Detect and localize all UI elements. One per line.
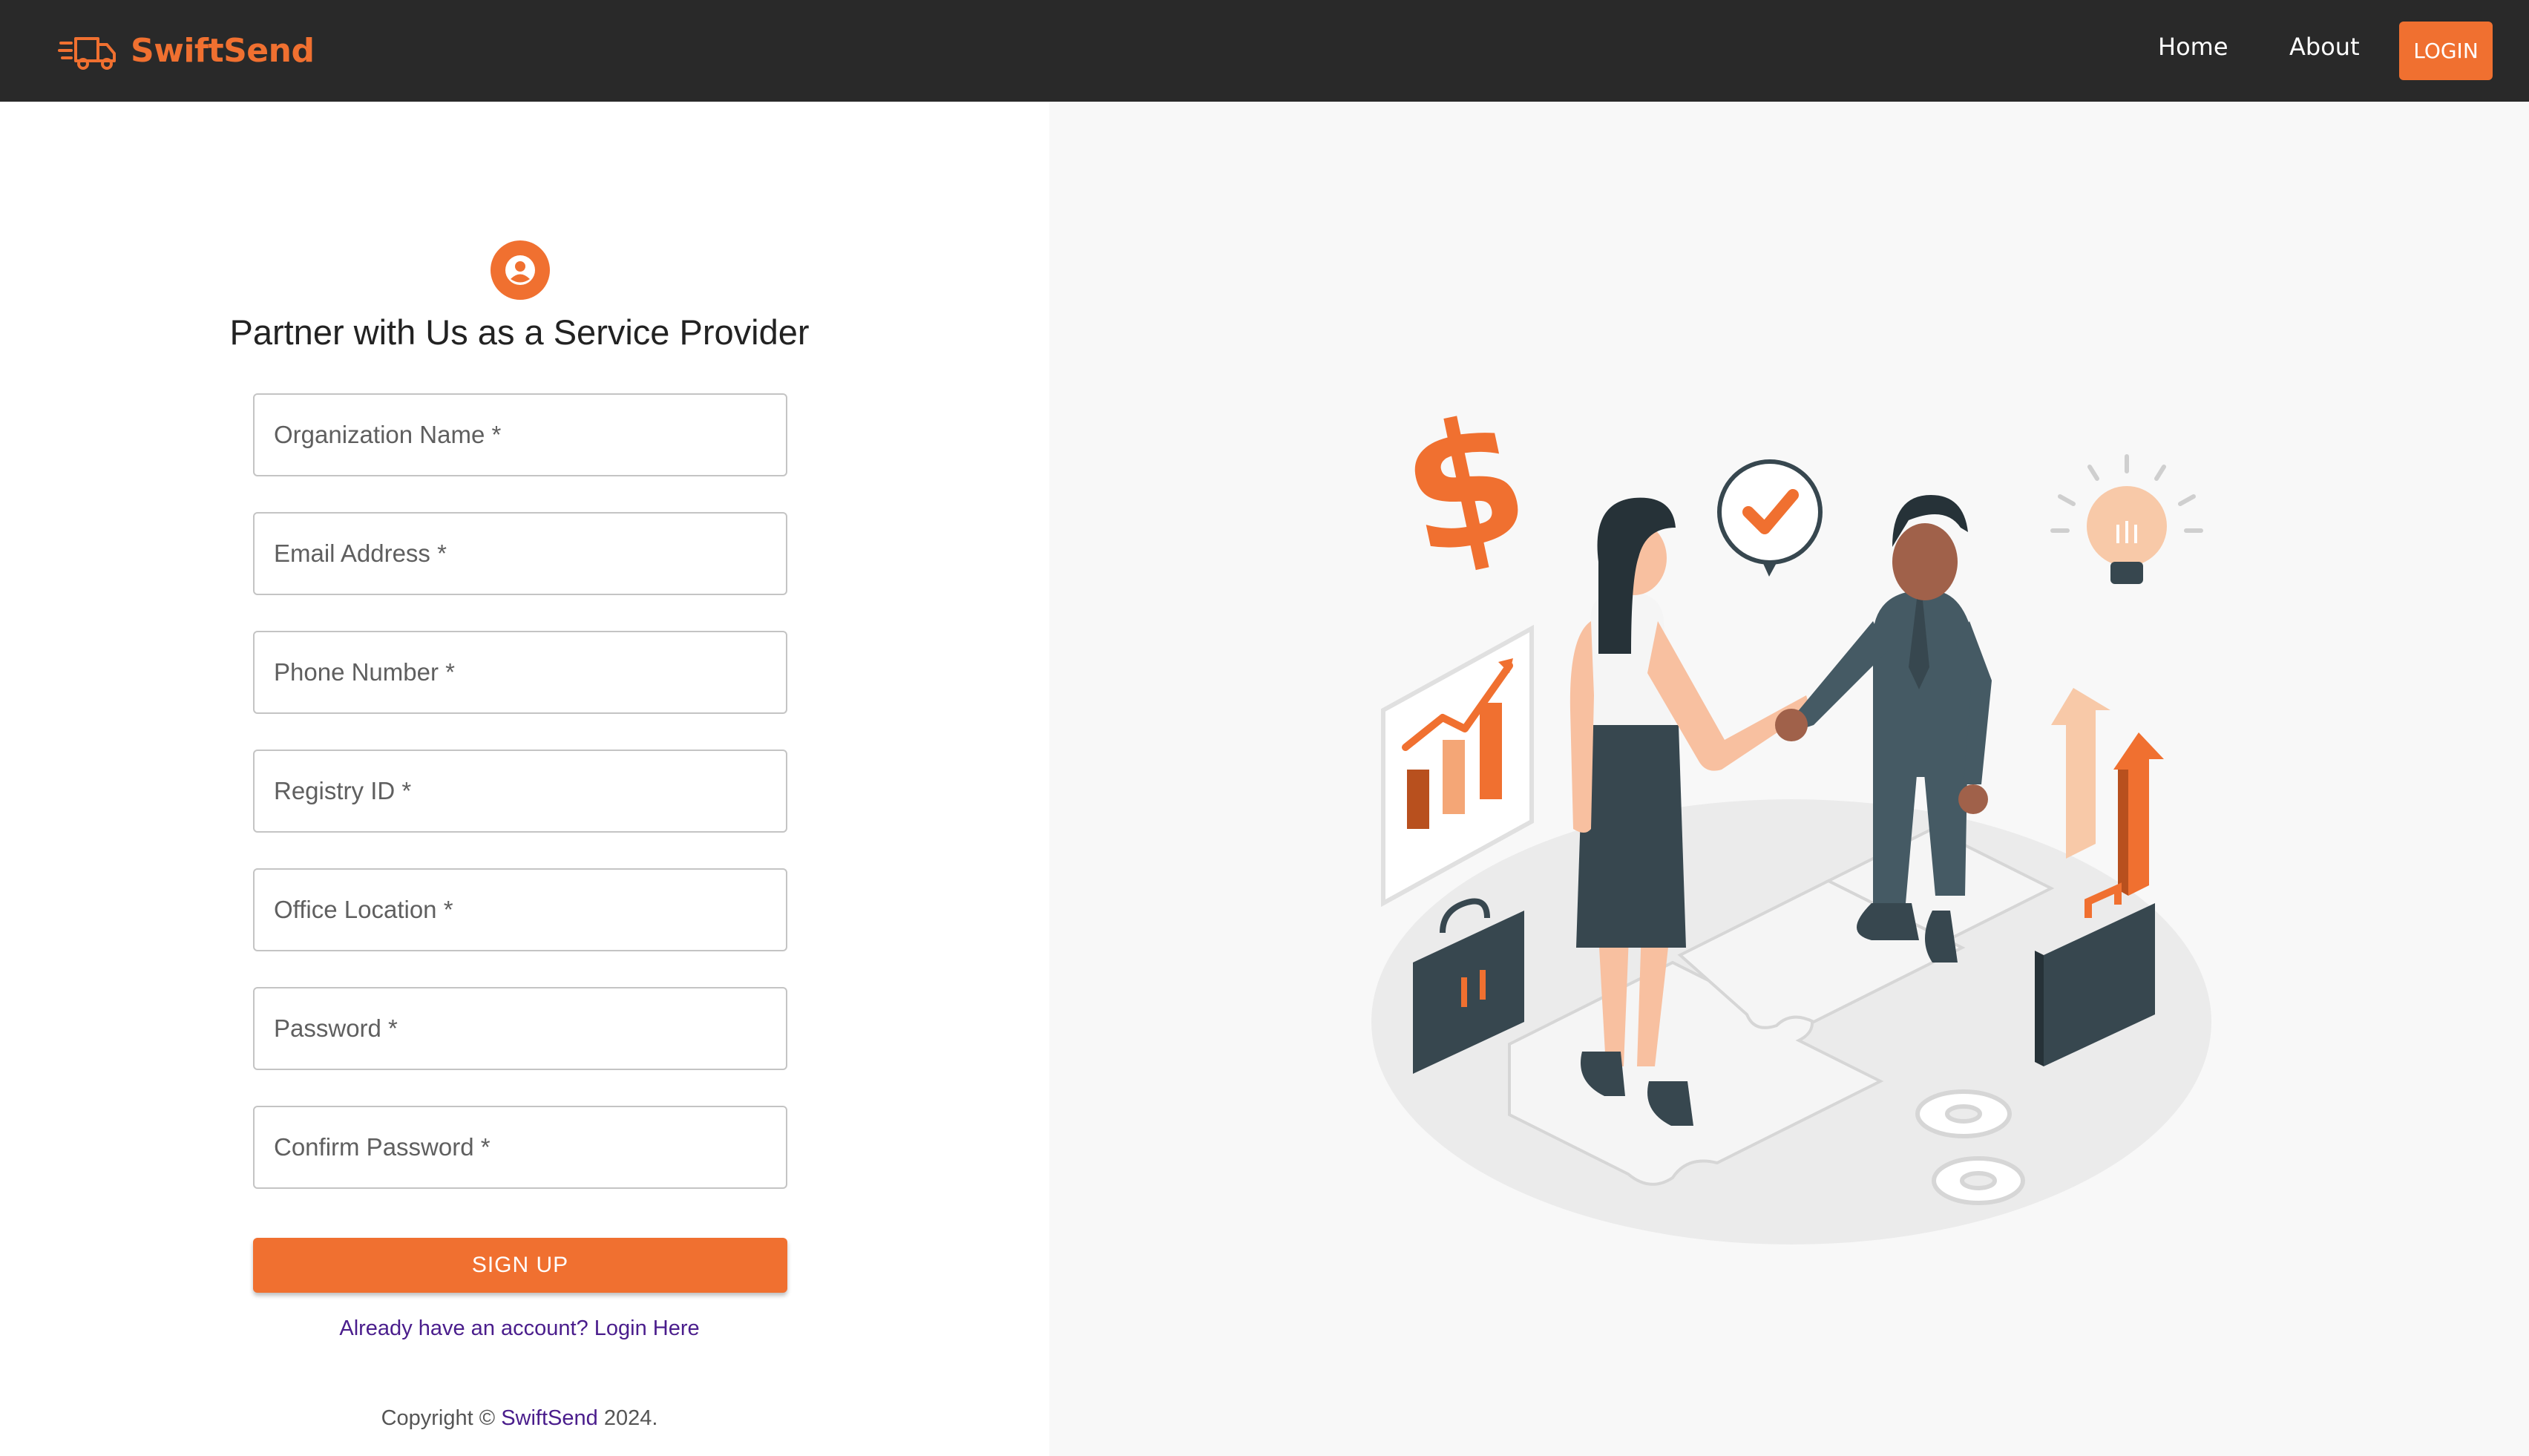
nav-link-about[interactable]: About xyxy=(2289,33,2360,61)
office-location-field[interactable] xyxy=(253,868,787,951)
brand-logo[interactable]: SwiftSend xyxy=(58,22,315,79)
login-button[interactable]: LOGIN xyxy=(2399,22,2493,80)
delivery-truck-icon xyxy=(58,37,116,70)
phone-number-field[interactable] xyxy=(253,631,787,714)
dollar-sign-icon: $ xyxy=(1386,378,1544,596)
page-title: Partner with Us as a Service Provider xyxy=(229,312,810,352)
lightbulb-icon xyxy=(2050,454,2203,584)
business-handshake-illustration: $ xyxy=(1371,378,2211,1245)
footer-brand-link[interactable]: SwiftSend xyxy=(501,1406,598,1430)
footer-year: 2024. xyxy=(603,1406,658,1430)
organization-name-field[interactable] xyxy=(253,393,787,476)
email-address-field[interactable] xyxy=(253,512,787,595)
registry-id-field[interactable] xyxy=(253,750,787,833)
nav-link-home[interactable]: Home xyxy=(2158,33,2228,61)
footer-prefix: Copyright © xyxy=(381,1406,496,1430)
footer-copyright: Copyright © SwiftSend 2024. xyxy=(0,1406,1039,1431)
top-navbar: SwiftSend Home About LOGIN xyxy=(0,0,2529,102)
sign-up-button[interactable]: SIGN UP xyxy=(253,1238,787,1293)
account-circle-icon xyxy=(491,240,550,300)
brand-name: SwiftSend xyxy=(131,31,315,70)
confirm-password-field[interactable] xyxy=(253,1106,787,1189)
illustration-panel: $ xyxy=(1049,102,2529,1456)
login-here-link[interactable]: Already have an account? Login Here xyxy=(0,1316,1039,1341)
password-field[interactable] xyxy=(253,987,787,1070)
checkmark-bubble-icon xyxy=(1717,459,1823,577)
